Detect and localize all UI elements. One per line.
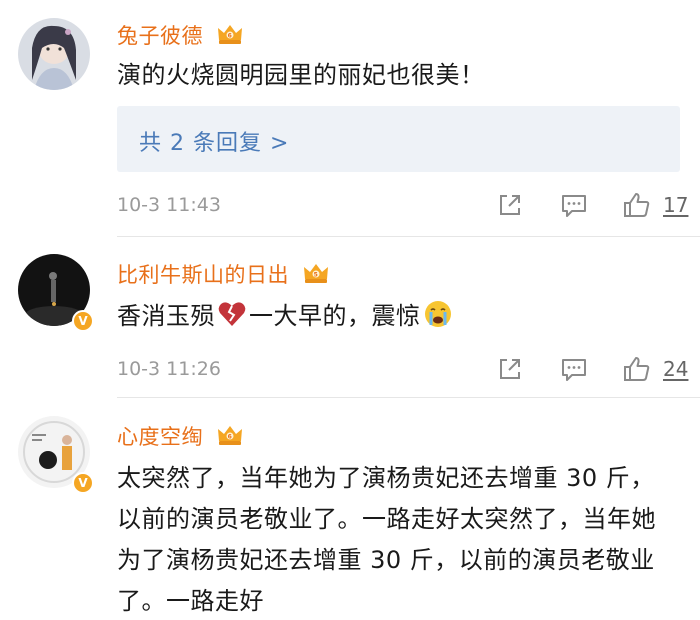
share-icon[interactable]: [495, 190, 525, 220]
username[interactable]: 比利牛斯山的日出 5: [117, 259, 330, 289]
broken-heart-icon: [218, 302, 246, 326]
replies-box[interactable]: 共 2 条回复 >: [117, 106, 680, 172]
svg-text:6: 6: [228, 33, 233, 40]
comment-text: 太突然了，当年她为了演杨贵妃还去增重 30 斤，以前的演员老敬业了。一路走好太突…: [117, 464, 656, 615]
comment-icon[interactable]: [559, 190, 589, 220]
comment-text-part1: 香消玉殒: [117, 302, 215, 330]
avatar[interactable]: [18, 18, 90, 90]
thumbs-up-icon[interactable]: [622, 354, 652, 384]
replies-link[interactable]: 共 2 条回复 >: [139, 125, 289, 157]
comment-item: V 比利牛斯山的日出 5 香消玉殒 一大早的，震惊 10-3 11:26 24: [0, 237, 700, 397]
comment-text: 香消玉殒 一大早的，震惊: [117, 297, 670, 335]
crown-icon: 6: [218, 25, 243, 44]
comment-item: 兔子彼德 6 演的火烧圆明园里的丽妃也很美！ 共 2 条回复 > 10-3 11…: [0, 0, 700, 235]
comment-icon[interactable]: [559, 354, 589, 384]
verified-v-icon: V: [72, 310, 94, 332]
comment-meta: 10-3 11:43 17: [117, 190, 700, 222]
username-text[interactable]: 比利牛斯山的日出: [117, 263, 289, 287]
comment-item: V 心度空绹 6 太突然了，当年她为了演杨贵妃还去增重 30 斤，以前的演员老敬…: [0, 398, 700, 620]
comment-text: 演的火烧圆明园里的丽妃也很美！: [117, 61, 485, 89]
like-count[interactable]: 17: [663, 193, 688, 217]
crown-icon: 6: [218, 426, 243, 445]
username-text[interactable]: 心度空绹: [117, 425, 203, 449]
username[interactable]: 兔子彼德 6: [117, 20, 244, 50]
crown-icon: 5: [304, 264, 329, 283]
svg-text:5: 5: [314, 272, 319, 279]
username[interactable]: 心度空绹 6: [117, 421, 244, 451]
like-count[interactable]: 24: [663, 357, 688, 381]
timestamp: 10-3 11:26: [117, 358, 221, 380]
comment-text-part2: 一大早的，震惊: [249, 302, 421, 330]
avatar-image: [18, 18, 90, 90]
thumbs-up-icon[interactable]: [622, 190, 652, 220]
verified-v-icon: V: [72, 472, 94, 494]
username-text[interactable]: 兔子彼德: [117, 24, 203, 48]
crying-face-icon: [424, 301, 451, 327]
share-icon[interactable]: [495, 354, 525, 384]
svg-text:6: 6: [228, 434, 233, 441]
timestamp: 10-3 11:43: [117, 194, 221, 216]
comment-meta: 10-3 11:26 24: [117, 354, 700, 386]
